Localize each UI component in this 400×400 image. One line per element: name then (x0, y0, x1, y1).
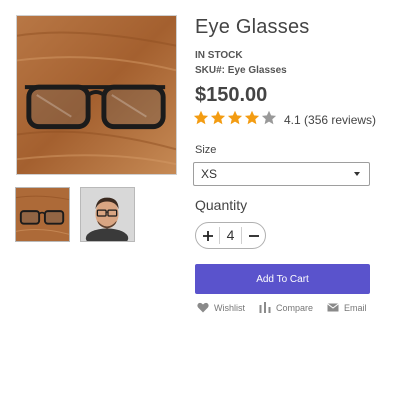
quantity-increase-button[interactable] (196, 223, 219, 248)
star-filled-icon (227, 110, 243, 125)
chevron-down-icon (354, 172, 360, 176)
email-link[interactable]: Email (327, 302, 367, 313)
heart-icon (197, 302, 209, 313)
thumbnail-glasses[interactable] (15, 187, 70, 242)
star-filled-icon (244, 110, 260, 125)
product-title: Eye Glasses (195, 16, 310, 38)
product-price: $150.00 (195, 84, 268, 106)
quantity-input[interactable]: 4 (219, 227, 242, 244)
minus-icon (248, 234, 259, 237)
product-actions: Wishlist Compare Email (197, 302, 381, 313)
sku-label: SKU#: (195, 65, 226, 76)
add-to-cart-button[interactable]: Add To Cart (195, 264, 370, 294)
bar-chart-icon (259, 302, 271, 313)
star-filled-icon (193, 110, 209, 125)
quantity-label: Quantity (195, 197, 248, 213)
review-count[interactable]: (356 reviews) (304, 113, 376, 127)
thumbnail-man[interactable] (80, 187, 135, 242)
sku-value: Eye Glasses (227, 65, 287, 76)
rating: 4.1 (356 reviews) (193, 110, 376, 130)
size-label: Size (195, 144, 217, 156)
size-select[interactable]: XS (193, 162, 370, 186)
quantity-stepper: 4 (195, 222, 266, 249)
wishlist-label: Wishlist (214, 302, 245, 313)
compare-link[interactable]: Compare (259, 302, 313, 313)
sku: SKU#: Eye Glasses (195, 65, 287, 76)
envelope-icon (327, 303, 339, 312)
man-with-glasses-thumbnail (81, 188, 134, 241)
quantity-decrease-button[interactable] (242, 223, 265, 248)
compare-label: Compare (276, 302, 314, 313)
email-label: Email (344, 302, 367, 313)
rating-value: 4.1 (284, 113, 301, 127)
main-product-image (16, 15, 177, 175)
star-empty-icon (261, 110, 277, 125)
stock-status: IN STOCK (195, 50, 243, 61)
plus-icon (202, 230, 213, 241)
size-selected-value: XS (201, 167, 218, 181)
rating-summary: 4.1 (356 reviews) (284, 113, 376, 127)
star-rating (193, 110, 278, 130)
glasses-on-wood-image (17, 16, 176, 174)
star-filled-icon (210, 110, 226, 125)
glasses-on-wood-thumbnail (16, 188, 69, 241)
wishlist-link[interactable]: Wishlist (197, 302, 245, 313)
